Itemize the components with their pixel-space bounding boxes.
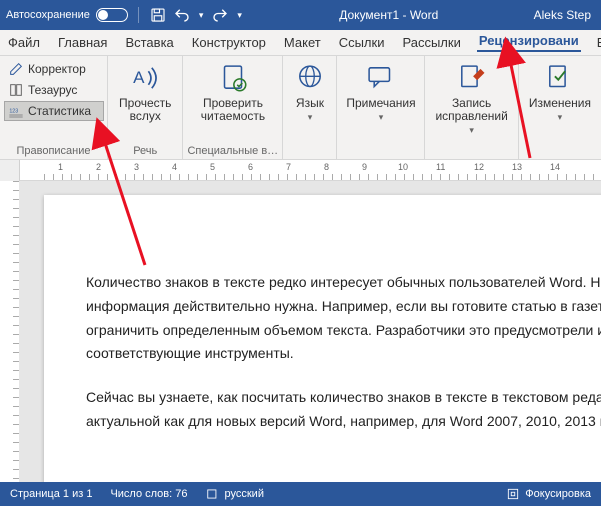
editor-icon: [8, 61, 24, 77]
comments-button[interactable]: Примечания ▾: [340, 59, 421, 125]
qat-customize[interactable]: ▾: [235, 10, 244, 21]
word-count-icon: 123: [8, 103, 24, 119]
comments-icon: [364, 61, 398, 95]
track-changes-button[interactable]: Запись исправлений ▾: [429, 59, 513, 138]
chevron-down-icon: ▾: [556, 112, 565, 123]
ruler-corner: [0, 160, 20, 181]
language-icon: [293, 61, 327, 95]
track-changes-icon: [455, 61, 489, 95]
svg-text:123: 123: [9, 108, 18, 114]
thesaurus-icon: [8, 82, 24, 98]
tab-mailings[interactable]: Рассылки: [400, 35, 462, 50]
language-button[interactable]: Язык ▾: [287, 59, 333, 125]
status-word-count[interactable]: Число слов: 76: [110, 488, 187, 500]
status-language[interactable]: русский: [206, 487, 264, 501]
ribbon: Корректор Тезаурус 123 Статистика Правоп…: [0, 56, 601, 160]
thesaurus-label: Тезаурус: [28, 83, 77, 97]
thesaurus-button[interactable]: Тезаурус: [4, 80, 104, 100]
ruler-vertical[interactable]: [0, 181, 20, 482]
statusbar: Страница 1 из 1 Число слов: 76 русский Ф…: [0, 482, 601, 506]
group-speech-label: Речь: [112, 144, 178, 158]
save-icon[interactable]: [149, 6, 167, 24]
tab-view[interactable]: Вид: [595, 35, 601, 50]
autosave-label: Автосохранение: [6, 9, 90, 21]
focus-icon: [506, 487, 520, 501]
autosave-toggle[interactable]: [96, 8, 128, 22]
language-label: Язык: [296, 97, 324, 110]
check-accessibility-button[interactable]: Проверить читаемость: [195, 59, 271, 125]
svg-text:A: A: [133, 68, 145, 87]
tab-references[interactable]: Ссылки: [337, 35, 387, 50]
group-tracking: Запись исправлений ▾: [425, 56, 518, 159]
chevron-down-icon: ▾: [467, 125, 476, 136]
undo-dropdown[interactable]: ▾: [197, 10, 206, 21]
tab-home[interactable]: Главная: [56, 35, 109, 50]
changes-icon: [543, 61, 577, 95]
page-background[interactable]: Количество знаков в тексте редко интерес…: [20, 181, 601, 482]
word-count-label: Статистика: [28, 104, 91, 118]
word-count-button[interactable]: 123 Статистика: [4, 101, 104, 121]
redo-icon[interactable]: [211, 6, 229, 24]
tab-layout[interactable]: Макет: [282, 35, 323, 50]
tab-insert[interactable]: Вставка: [123, 35, 175, 50]
undo-icon[interactable]: [173, 6, 191, 24]
group-proofing: Корректор Тезаурус 123 Статистика Правоп…: [0, 56, 108, 159]
status-focus-mode[interactable]: Фокусировка: [506, 487, 591, 501]
group-changes: Изменения ▾: [519, 56, 601, 159]
group-speech: A Прочесть вслух Речь: [108, 56, 183, 159]
track-changes-label: Запись исправлений: [435, 97, 507, 123]
read-aloud-label: Прочесть вслух: [119, 97, 171, 123]
group-accessibility: Проверить читаемость Специальные во...: [183, 56, 283, 159]
group-accessibility-label: Специальные во...: [187, 144, 278, 158]
accessibility-icon: [216, 61, 250, 95]
workspace: Количество знаков в тексте редко интерес…: [0, 181, 601, 482]
group-language: Язык ▾: [283, 56, 337, 159]
tab-review[interactable]: Рецензировани: [477, 33, 581, 52]
paragraph[interactable]: Количество знаков в тексте редко интерес…: [86, 271, 601, 366]
comments-label: Примечания: [346, 97, 415, 110]
user-name[interactable]: Aleks Step: [534, 8, 595, 22]
read-aloud-icon: A: [128, 61, 162, 95]
group-proofing-label: Правописание: [4, 144, 103, 158]
group-comments: Примечания ▾: [337, 56, 425, 159]
language-proof-icon: [206, 487, 220, 501]
changes-button[interactable]: Изменения ▾: [523, 59, 597, 125]
status-page[interactable]: Страница 1 из 1: [10, 488, 92, 500]
chevron-down-icon: ▾: [306, 112, 315, 123]
page[interactable]: Количество знаков в тексте редко интерес…: [44, 195, 601, 482]
changes-label: Изменения: [529, 97, 591, 110]
check-accessibility-label: Проверить читаемость: [201, 97, 265, 123]
ribbon-tabs: Файл Главная Вставка Конструктор Макет С…: [0, 30, 601, 56]
editor-label: Корректор: [28, 62, 86, 76]
editor-button[interactable]: Корректор: [4, 59, 104, 79]
titlebar: Автосохранение ▾ ▾ Документ1 - Word Alek…: [0, 0, 601, 30]
chevron-down-icon: ▾: [377, 112, 386, 123]
tab-design[interactable]: Конструктор: [190, 35, 268, 50]
tab-file[interactable]: Файл: [6, 35, 42, 50]
read-aloud-button[interactable]: A Прочесть вслух: [113, 59, 177, 125]
ruler-horizontal[interactable]: 1 2 3 4 5 6 7 8 9 10 11 12 13 14: [20, 160, 601, 181]
window-title: Документ1 - Word: [244, 8, 534, 22]
paragraph[interactable]: Сейчас вы узнаете, как посчитать количес…: [86, 386, 601, 434]
